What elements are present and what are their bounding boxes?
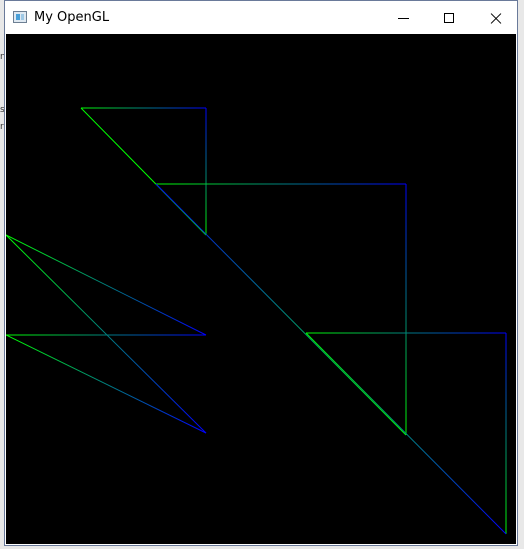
title-bar[interactable]: My OpenGL [5, 1, 517, 34]
minimize-button[interactable] [380, 1, 426, 34]
triangle-edge [155, 183, 407, 436]
opengl-scene [6, 107, 507, 535]
maximize-button[interactable] [426, 1, 472, 34]
zigzag-segment [6, 334, 207, 434]
opengl-window[interactable]: My OpenGL [4, 0, 518, 546]
zigzag-segment [6, 234, 207, 336]
opengl-canvas[interactable] [6, 34, 516, 544]
zigzag-segment [6, 234, 207, 434]
zigzag-line-strip [6, 234, 207, 434]
window-title: My OpenGL [34, 10, 110, 25]
close-button[interactable] [472, 1, 518, 34]
triangle-medium [155, 183, 407, 436]
app-icon[interactable] [13, 11, 27, 23]
